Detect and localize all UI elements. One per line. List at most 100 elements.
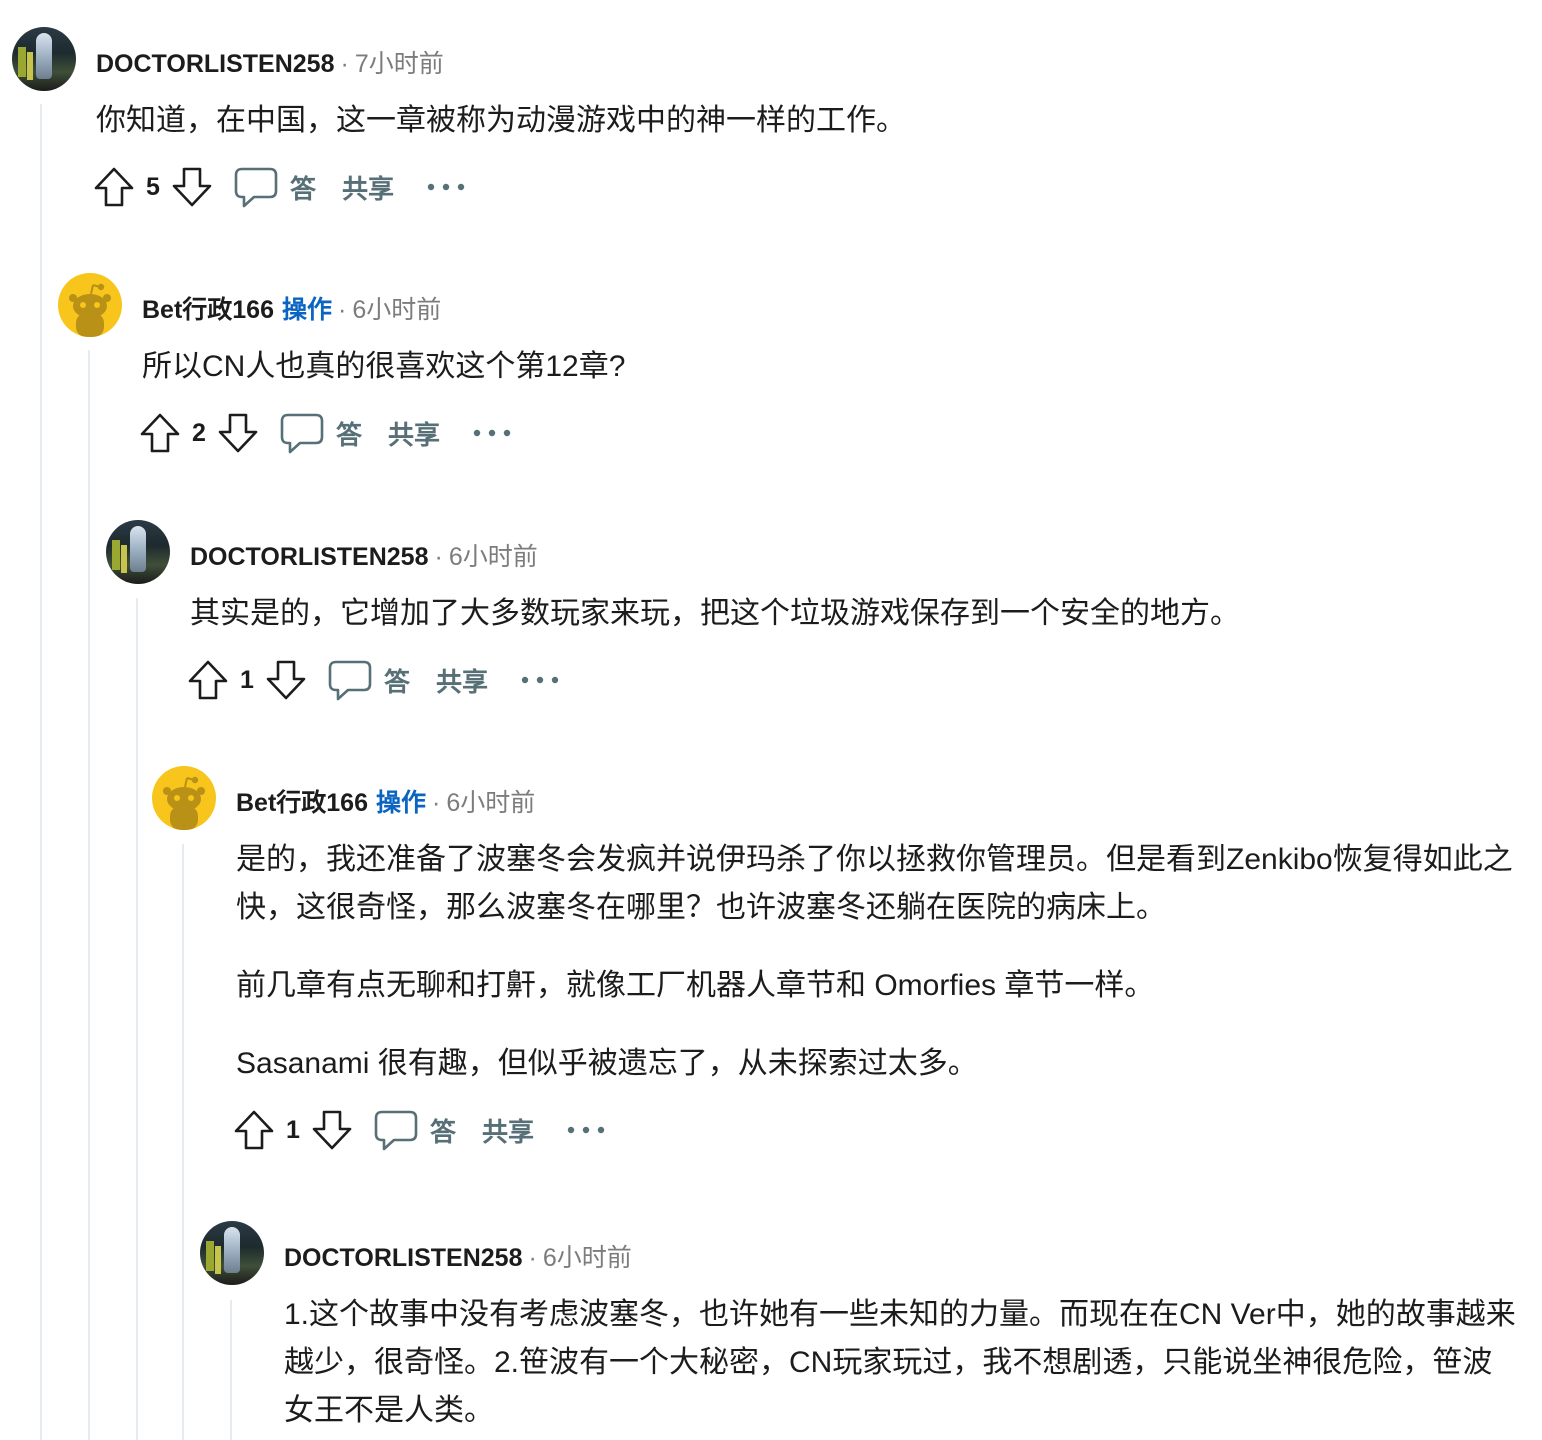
vote-count: 2: [192, 418, 206, 447]
downvote-button[interactable]: [216, 405, 260, 461]
op-badge: 操作: [376, 789, 427, 817]
more-options-button[interactable]: [472, 405, 512, 461]
comment-paragraph: 前几章有点无聊和打鼾，就像工厂机器人章节和 Omorfies 章节一样。: [236, 969, 1155, 1002]
upvote-button[interactable]: [186, 652, 230, 708]
comment-header: DOCTORLISTEN258 · 6小时前: [106, 520, 1522, 584]
author-name[interactable]: DOCTORLISTEN258: [96, 50, 334, 78]
upvote-arrow-icon: [140, 413, 180, 453]
reply-label: 答: [384, 666, 411, 697]
vote-count: 5: [146, 172, 160, 201]
timestamp[interactable]: 6小时前: [352, 296, 441, 324]
comment-actions: 1 答 共享: [232, 1102, 1522, 1158]
comment-body: 是的，我还准备了波塞冬会发疯并说伊玛杀了你以拯救你管理员。但是看到Zenkibo…: [236, 836, 1522, 1088]
comment-body: 其实是的，它增加了大多数玩家来玩，把这个垃圾游戏保存到一个安全的地方。: [190, 590, 1522, 638]
speech-bubble-icon: [234, 167, 278, 208]
comment-text: 1.这个故事中没有考虑波塞冬，也许她有一些未知的力量。而现在在CN Ver中，她…: [284, 1298, 1516, 1427]
avatar[interactable]: [152, 766, 216, 830]
upvote-button[interactable]: [92, 159, 136, 215]
share-button[interactable]: 共享: [342, 159, 394, 215]
downvote-button[interactable]: [170, 159, 214, 215]
meta-separator: ·: [340, 50, 349, 78]
comment-text: 你知道，在中国，这一章被称为动漫游戏中的神一样的工作。: [96, 104, 906, 137]
snoo-avatar-icon: [69, 283, 111, 337]
comment-text: 所以CN人也真的很喜欢这个第12章?: [142, 350, 626, 383]
thread-line-level-1[interactable]: [40, 104, 42, 1440]
meta-separator: ·: [434, 543, 443, 571]
timestamp[interactable]: 6小时前: [543, 1244, 632, 1272]
thread-line-level-2[interactable]: [88, 350, 90, 1440]
avatar[interactable]: [200, 1221, 264, 1285]
speech-bubble-icon: [328, 660, 372, 701]
reply-button[interactable]: 答: [374, 1102, 456, 1158]
avatar[interactable]: [58, 273, 122, 337]
timestamp[interactable]: 6小时前: [449, 543, 538, 571]
comment-paragraph: 是的，我还准备了波塞冬会发疯并说伊玛杀了你以拯救你管理员。但是看到Zenkibo…: [236, 843, 1513, 924]
downvote-button[interactable]: [310, 1102, 354, 1158]
comment-actions: 5 答 共享: [92, 159, 1522, 215]
upvote-arrow-icon: [94, 167, 134, 207]
author-name[interactable]: DOCTORLISTEN258: [190, 543, 428, 571]
reply-button[interactable]: 答: [328, 652, 410, 708]
reply-label: 答: [290, 173, 317, 204]
downvote-arrow-icon: [218, 413, 258, 453]
share-label: 共享: [342, 173, 395, 204]
speech-bubble-icon: [374, 1110, 418, 1151]
ellipsis-icon: [521, 676, 559, 684]
comment: DOCTORLISTEN258 · 6小时前 1.这个故事中没有考虑波塞冬，也许她有…: [200, 1221, 1522, 1435]
share-button[interactable]: 共享: [436, 652, 488, 708]
comment-text: 其实是的，它增加了大多数玩家来玩，把这个垃圾游戏保存到一个安全的地方。: [190, 597, 1240, 630]
comment-paragraph: Sasanami 很有趣，但似乎被遗忘了，从未探索过太多。: [236, 1047, 978, 1080]
vote-count: 1: [240, 665, 254, 694]
comment: DOCTORLISTEN258 · 6小时前 其实是的，它增加了大多数玩家来玩，把这…: [106, 520, 1522, 708]
comment: DOCTORLISTEN258 · 7小时前 你知道，在中国，这一章被称为动漫游戏中…: [12, 27, 1522, 215]
comment-header: DOCTORLISTEN258 · 7小时前: [12, 27, 1522, 91]
more-options-button[interactable]: [566, 1102, 606, 1158]
author-name[interactable]: Bet行政166: [236, 789, 368, 817]
share-button[interactable]: 共享: [482, 1102, 534, 1158]
speech-bubble-icon: [280, 413, 324, 454]
avatar[interactable]: [106, 520, 170, 584]
more-options-button[interactable]: [426, 159, 466, 215]
ellipsis-icon: [473, 429, 511, 437]
upvote-button[interactable]: [138, 405, 182, 461]
more-options-button[interactable]: [520, 652, 560, 708]
comment-body: 1.这个故事中没有考虑波塞冬，也许她有一些未知的力量。而现在在CN Ver中，她…: [284, 1291, 1522, 1435]
comment-body: 所以CN人也真的很喜欢这个第12章?: [142, 343, 1522, 391]
upvote-button[interactable]: [232, 1102, 276, 1158]
ellipsis-icon: [567, 1126, 605, 1134]
comment-header: Bet行政166 操作 · 6小时前: [58, 273, 1522, 337]
avatar[interactable]: [12, 27, 76, 91]
snoo-avatar-icon: [163, 776, 205, 830]
author-name[interactable]: DOCTORLISTEN258: [284, 1244, 522, 1272]
downvote-arrow-icon: [312, 1110, 352, 1150]
reply-label: 答: [430, 1116, 457, 1147]
comment: Bet行政166 操作 · 6小时前 所以CN人也真的很喜欢这个第12章? 2 答 共…: [58, 273, 1522, 461]
downvote-button[interactable]: [264, 652, 308, 708]
timestamp[interactable]: 7小时前: [355, 50, 444, 78]
comment-header: Bet行政166 操作 · 6小时前: [152, 766, 1522, 830]
comment-header: DOCTORLISTEN258 · 6小时前: [200, 1221, 1522, 1285]
reply-label: 答: [336, 419, 363, 450]
share-label: 共享: [482, 1116, 535, 1147]
share-label: 共享: [436, 666, 489, 697]
downvote-arrow-icon: [266, 660, 306, 700]
author-name[interactable]: Bet行政166: [142, 296, 274, 324]
timestamp[interactable]: 6小时前: [446, 789, 535, 817]
downvote-arrow-icon: [172, 167, 212, 207]
share-label: 共享: [388, 419, 441, 450]
thread-line-level-3[interactable]: [136, 598, 138, 1440]
meta-separator: ·: [432, 789, 441, 817]
share-button[interactable]: 共享: [388, 405, 440, 461]
comment-body: 你知道，在中国，这一章被称为动漫游戏中的神一样的工作。: [96, 97, 1522, 145]
meta-separator: ·: [338, 296, 347, 324]
op-badge: 操作: [282, 296, 333, 324]
ellipsis-icon: [427, 183, 465, 191]
comment-actions: 2 答 共享: [138, 405, 1522, 461]
reply-button[interactable]: 答: [280, 405, 362, 461]
upvote-arrow-icon: [234, 1110, 274, 1150]
comment: Bet行政166 操作 · 6小时前 是的，我还准备了波塞冬会发疯并说伊玛杀了你以拯救…: [152, 766, 1522, 1158]
reply-button[interactable]: 答: [234, 159, 316, 215]
meta-separator: ·: [528, 1244, 537, 1272]
vote-count: 1: [286, 1115, 300, 1144]
upvote-arrow-icon: [188, 660, 228, 700]
